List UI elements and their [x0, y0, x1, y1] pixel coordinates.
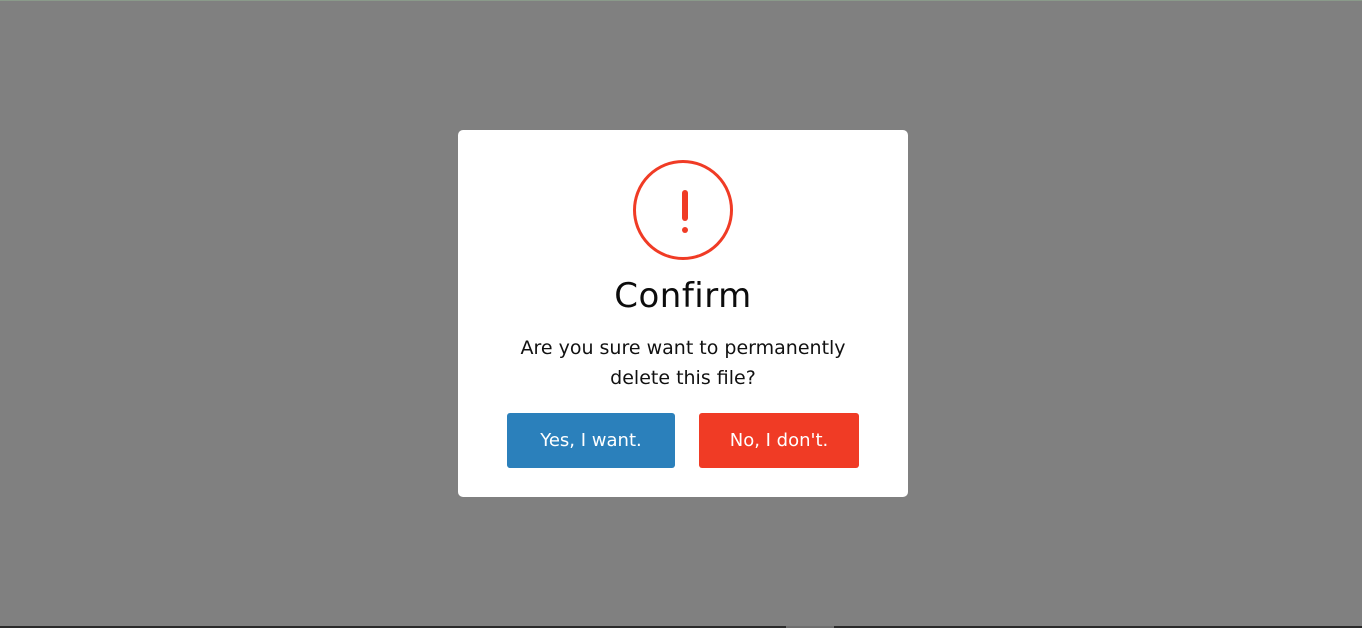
dialog-message: Are you sure want to permanently delete …: [520, 337, 846, 389]
exclamation-bar: [682, 190, 688, 221]
dialog-title: Confirm: [614, 276, 752, 316]
cancel-button[interactable]: No, I don't.: [699, 413, 859, 468]
exclamation-circle-icon: [633, 160, 733, 260]
exclamation-dot: [682, 227, 688, 233]
confirm-button[interactable]: Yes, I want.: [507, 413, 675, 468]
confirm-dialog: Confirm Are you sure want to permanently…: [458, 130, 908, 497]
